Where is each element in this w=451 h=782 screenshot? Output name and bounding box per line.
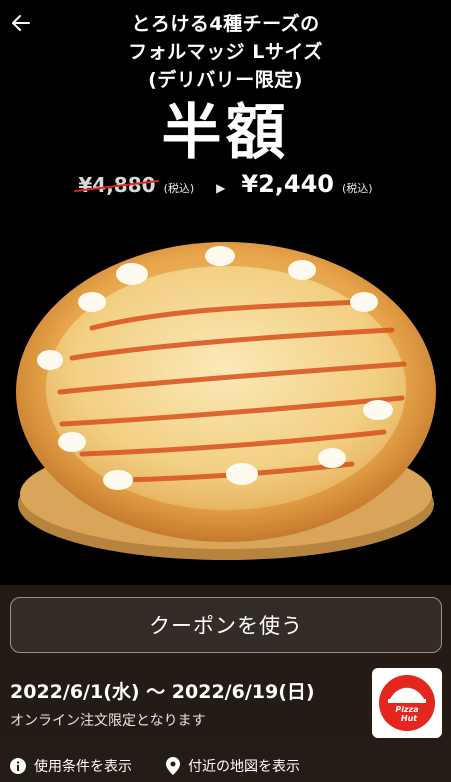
map-pin-icon <box>166 757 180 775</box>
pizza-hut-logo: Pizza Hut <box>372 668 442 738</box>
product-title: とろける4種チーズの フォルマッジ Lサイズ (デリバリー限定) <box>0 10 451 94</box>
footer-links: 使用条件を表示 付近の地図を表示 <box>10 755 300 777</box>
price-row: ¥4,880 (税込) ▶ ¥2,440 (税込) <box>0 170 451 202</box>
validity-period: 2022/6/1(水) 〜 2022/6/19(日) <box>10 681 315 703</box>
map-link-label: 付近の地図を表示 <box>188 759 300 775</box>
svg-text:Hut: Hut <box>401 714 418 723</box>
terms-link-label: 使用条件を表示 <box>34 759 132 775</box>
price-arrow: ▶ <box>216 181 226 195</box>
half-price-headline: 半額 <box>161 98 290 168</box>
use-coupon-button[interactable]: クーポンを使う <box>10 597 442 653</box>
info-icon <box>10 758 26 774</box>
title-line-3: (デリバリー限定) <box>148 69 303 91</box>
coupon-hero: とろける4種チーズの フォルマッジ Lサイズ (デリバリー限定) 半額 ¥4,8… <box>0 0 451 585</box>
online-only-note: オンライン注文限定となります <box>10 713 206 729</box>
new-price-tax-label: (税込) <box>342 182 373 195</box>
old-price: ¥4,880 <box>74 173 160 197</box>
new-price: ¥2,440 <box>241 170 335 198</box>
old-price-tax-label: (税込) <box>163 182 195 195</box>
coupon-panel: クーポンを使う 2022/6/1(水) 〜 2022/6/19(日) オンライン… <box>0 585 451 782</box>
map-link[interactable]: 付近の地図を表示 <box>166 756 300 776</box>
title-line-1: とろける4種チーズの <box>131 13 320 35</box>
pizza-image <box>16 242 436 560</box>
title-line-2: フォルマッジ Lサイズ <box>128 41 323 63</box>
terms-link[interactable]: 使用条件を表示 <box>10 756 132 776</box>
svg-text:Pizza: Pizza <box>395 705 418 714</box>
